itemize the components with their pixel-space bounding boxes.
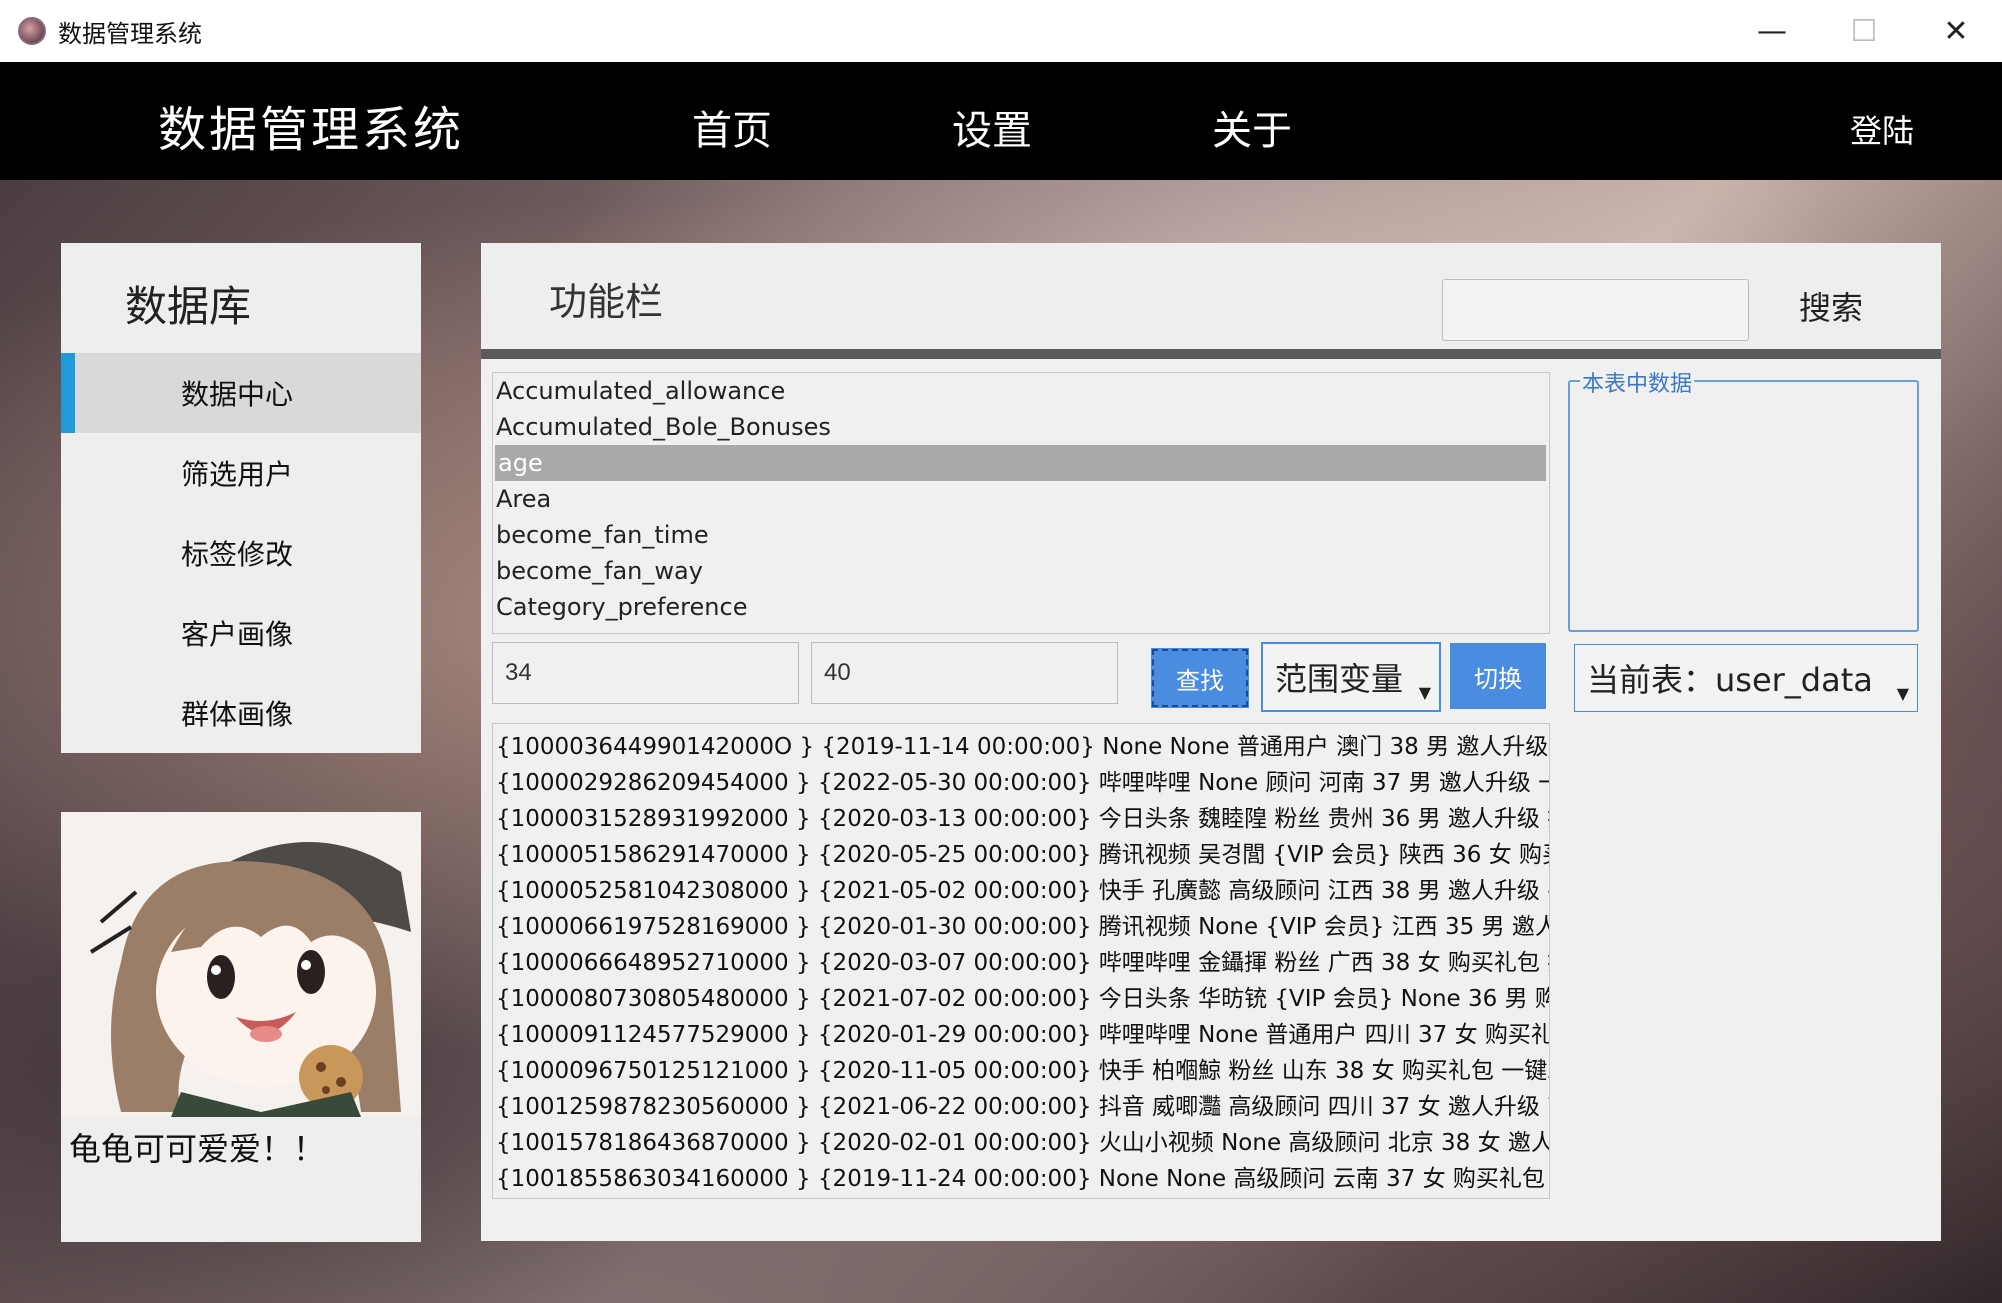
close-icon[interactable]: ✕ <box>1910 0 2002 62</box>
sidebar-item-label: 筛选用户 <box>181 458 294 491</box>
sidebar-item-data-center[interactable]: 数据中心 <box>61 353 421 433</box>
sidebar-item-label: 标签修改 <box>181 538 294 571</box>
range-variable-select[interactable]: 范围变量 ▼ <box>1261 642 1441 712</box>
window-title: 数据管理系统 <box>58 19 202 48</box>
sidebar-item-tag-edit[interactable]: 标签修改 <box>61 513 421 593</box>
brand-title: 数据管理系统 <box>158 102 465 158</box>
mascot-caption: 龟龟可可爱爱！！ <box>69 1130 326 1168</box>
list-item[interactable]: {1000051586291470000 } {2020-05-25 00:00… <box>493 837 1549 873</box>
chevron-down-icon: ▼ <box>1896 684 1909 703</box>
minimize-icon[interactable]: — <box>1726 0 1818 62</box>
mascot-card: 龟龟可可爱爱！！ <box>61 812 421 1242</box>
list-item[interactable]: become_fan_time <box>493 517 1549 553</box>
sidebar-item-filter-users[interactable]: 筛选用户 <box>61 433 421 513</box>
list-item[interactable]: {1000066197528169000 } {2020-01-30 00:00… <box>493 909 1549 945</box>
sidebar-item-label: 群体画像 <box>181 698 294 731</box>
main-panel: 功能栏 搜索 Accumulated_allowance Accumulated… <box>481 243 1941 1241</box>
list-item[interactable]: {1000052581042308000 } {2021-05-02 00:00… <box>493 873 1549 909</box>
result-list[interactable]: {100003644990142000O } {2019-11-14 00:00… <box>492 723 1550 1199</box>
find-button[interactable]: 查找 <box>1151 648 1249 708</box>
table-data-groupbox: 本表中数据 <box>1568 366 1919 632</box>
sidebar-item-group-profile[interactable]: 群体画像 <box>61 673 421 753</box>
window-controls: — ☐ ✕ <box>1726 0 2002 62</box>
switch-button[interactable]: 切换 <box>1450 643 1546 709</box>
range-max-input[interactable] <box>811 642 1118 704</box>
function-bar: 功能栏 搜索 <box>481 243 1941 349</box>
list-item[interactable]: Accumulated_allowance <box>493 373 1549 409</box>
list-item[interactable]: {1000031528931992000 } {2020-03-13 00:00… <box>493 801 1549 837</box>
sidebar-item-label: 数据中心 <box>181 378 294 411</box>
groupbox-title: 本表中数据 <box>1580 366 1695 398</box>
panel-title: 功能栏 <box>549 280 664 324</box>
field-list[interactable]: Accumulated_allowance Accumulated_Bole_B… <box>492 372 1550 634</box>
list-item[interactable]: {1000080730805480000 } {2021-07-02 00:00… <box>493 981 1549 1017</box>
divider <box>481 349 1941 359</box>
list-item[interactable]: {1000091124577529000 } {2020-01-29 00:00… <box>493 1017 1549 1053</box>
top-nav: 数据管理系统 首页 设置 关于 登陆 <box>0 62 2002 180</box>
app-icon <box>18 17 46 45</box>
nav-item-settings[interactable]: 设置 <box>952 98 1032 156</box>
sidebar-item-customer-profile[interactable]: 客户画像 <box>61 593 421 673</box>
login-link[interactable]: 登陆 <box>1850 106 1914 152</box>
sidebar-item-label: 客户画像 <box>181 618 294 651</box>
current-table-select[interactable]: 当前表：user_data ▼ <box>1574 644 1918 712</box>
list-item[interactable]: {1001855863034160000 } {2019-11-24 00:00… <box>493 1161 1549 1197</box>
search-input[interactable] <box>1442 279 1749 341</box>
range-variable-value: 范围变量 <box>1275 660 1404 698</box>
list-item[interactable]: {1001578186436870000 } {2020-02-01 00:00… <box>493 1125 1549 1161</box>
range-min-input[interactable] <box>492 642 799 704</box>
list-item[interactable]: {1000096750125121000 } {2020-11-05 00:00… <box>493 1053 1549 1089</box>
list-item-selected[interactable]: age <box>495 445 1546 481</box>
list-item[interactable]: Category_preference <box>493 589 1549 625</box>
search-button[interactable]: 搜索 <box>1799 283 1863 329</box>
list-item[interactable]: {1000066648952710000 } {2020-03-07 00:00… <box>493 945 1549 981</box>
list-item[interactable]: {100003644990142000O } {2019-11-14 00:00… <box>493 729 1549 765</box>
list-item[interactable]: become_fan_way <box>493 553 1549 589</box>
list-item[interactable]: Area <box>493 481 1549 517</box>
list-item[interactable]: {1001259878230560000 } {2021-06-22 00:00… <box>493 1089 1549 1125</box>
nav-item-home[interactable]: 首页 <box>692 98 772 156</box>
maximize-icon[interactable]: ☐ <box>1818 0 1910 62</box>
list-item[interactable]: Accumulated_Bole_Bonuses <box>493 409 1549 445</box>
window-titlebar: 数据管理系统 — ☐ ✕ <box>0 0 2002 62</box>
chevron-down-icon: ▼ <box>1418 683 1431 702</box>
nav-item-about[interactable]: 关于 <box>1212 98 1292 156</box>
sidebar: 数据库 数据中心 筛选用户 标签修改 客户画像 群体画像 <box>61 243 421 753</box>
list-item[interactable]: {1000029286209454000 } {2022-05-30 00:00… <box>493 765 1549 801</box>
mascot-image <box>61 812 421 1117</box>
sidebar-title: 数据库 <box>125 282 252 331</box>
current-table-value: 当前表：user_data <box>1587 661 1873 699</box>
